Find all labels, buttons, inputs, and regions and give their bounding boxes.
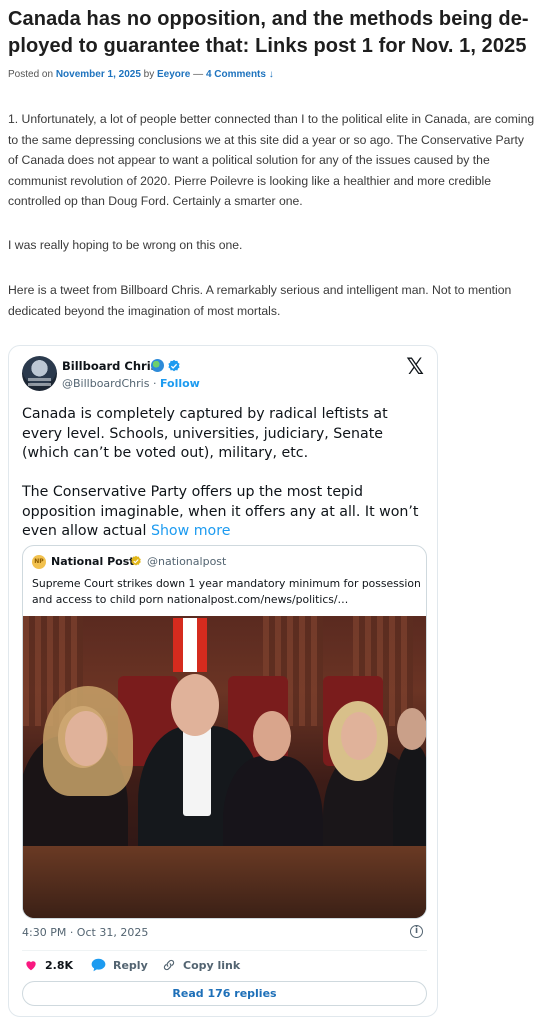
handle-dot: · xyxy=(152,377,157,390)
tweet-text-paragraph-1: Canada is completely captured by radical… xyxy=(22,406,388,461)
quoted-tweet-text: Supreme Court strikes down 1 year mandat… xyxy=(32,577,421,606)
meta-separator: — xyxy=(193,69,204,80)
comments-link[interactable]: 4 Comments ↓ xyxy=(206,69,274,80)
tweet-author-name[interactable]: Billboard Chris xyxy=(62,359,157,373)
post-date-link[interactable]: November 1, 2025 xyxy=(56,69,141,80)
post-title-line-2: ployed to guarantee that: Links post 1 f… xyxy=(8,35,527,57)
x-logo-icon[interactable]: 𝕏 xyxy=(406,355,424,380)
verified-gold-badge-icon xyxy=(131,555,141,566)
post-title: Canada has no opposition, and the method… xyxy=(8,6,538,60)
quoted-author-handle: @nationalpost xyxy=(147,555,227,568)
copy-link-label: Copy link xyxy=(183,958,241,972)
verified-badge-icon xyxy=(168,359,180,372)
judge-face xyxy=(341,712,377,760)
tweet-text-paragraph-2: The Conservative Party offers up the mos… xyxy=(22,483,427,542)
tweet-timestamp[interactable]: 4:30 PM · Oct 31, 2025 xyxy=(22,926,148,939)
heart-icon xyxy=(26,961,36,971)
globe-icon xyxy=(151,359,164,372)
quoted-author-name: National Post xyxy=(51,555,135,568)
judge-face xyxy=(397,708,426,750)
like-button[interactable]: 2.8K xyxy=(24,958,73,972)
divider xyxy=(22,950,427,951)
reply-label: Reply xyxy=(113,958,148,972)
post-meta: Posted on November 1, 2025 by Eeyore — 4… xyxy=(8,69,274,80)
handle-text[interactable]: @BillboardChris xyxy=(62,377,149,390)
by-label: by xyxy=(143,69,155,80)
quoted-tweet[interactable]: NP National Post @nationalpost Supreme C… xyxy=(22,545,427,919)
judge-tabs xyxy=(183,726,211,816)
national-post-logo: NP xyxy=(32,555,46,569)
show-more-link[interactable]: Show more xyxy=(151,523,231,539)
posted-on-label: Posted on xyxy=(8,69,54,80)
tweet-text: Canada is completely captured by radical… xyxy=(22,405,427,561)
info-icon[interactable]: i xyxy=(410,925,423,938)
post-paragraph-1: 1. Unfortunately, a lot of people better… xyxy=(8,112,535,208)
post-paragraph-2: I was really hoping to be wrong on this … xyxy=(8,238,243,252)
judge-face xyxy=(171,674,219,736)
copy-link-button[interactable]: Copy link xyxy=(162,958,240,972)
judge-face xyxy=(65,711,107,766)
follow-button[interactable]: Follow xyxy=(160,377,200,390)
author-link[interactable]: Eeyore xyxy=(157,69,190,80)
reply-bubble-icon xyxy=(91,958,106,972)
link-icon xyxy=(163,959,175,971)
canada-flag xyxy=(173,618,207,672)
read-replies-button[interactable]: Read 176 replies xyxy=(22,981,427,1006)
avatar[interactable] xyxy=(22,356,57,391)
supreme-court-photo[interactable] xyxy=(23,616,426,918)
reply-button[interactable]: Reply xyxy=(91,958,148,972)
post-paragraph-3: Here is a tweet from Billboard Chris. A … xyxy=(8,283,512,318)
courtroom-desk xyxy=(23,846,426,918)
tweet-author-handle: @BillboardChris · Follow xyxy=(62,377,200,390)
post-title-line-1: Canada has no opposition, and the method… xyxy=(8,8,529,30)
judge-face xyxy=(253,711,291,761)
like-count: 2.8K xyxy=(45,958,74,972)
embedded-tweet[interactable]: Billboard Chris @BillboardChris · Follow… xyxy=(8,345,438,1017)
